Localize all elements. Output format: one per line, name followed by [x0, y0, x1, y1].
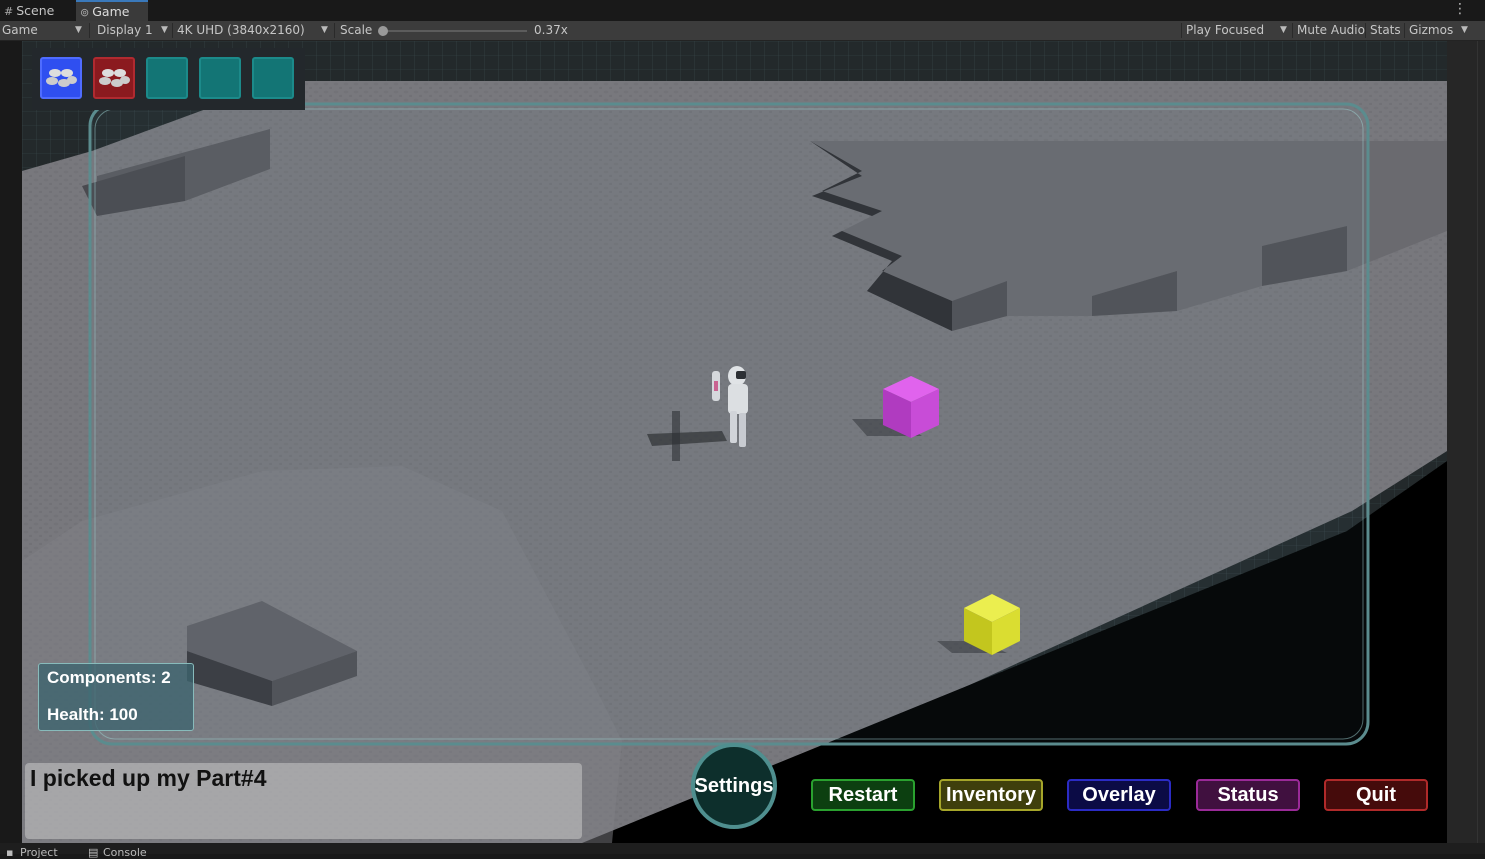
more-options-icon[interactable]: ⋮ — [1453, 2, 1467, 16]
bottom-tab-bar: ▪ Project ▤ Console — [0, 843, 1485, 859]
parts-icon — [46, 69, 77, 87]
scale-slider-track[interactable] — [381, 30, 527, 32]
chevron-down-icon: ▼ — [1280, 25, 1287, 35]
status-button[interactable]: Status — [1196, 779, 1300, 811]
display-dropdown-label: Display 1 — [97, 23, 153, 37]
tab-game-label: Game — [92, 4, 130, 19]
divider — [1292, 23, 1293, 38]
editor-tab-bar: # Scene ⊚ Game ⋮ — [0, 0, 1485, 22]
grid-icon: # — [4, 5, 14, 18]
resolution-dropdown[interactable]: 4K UHD (3840x2160) — [177, 21, 305, 40]
settings-button[interactable]: Settings — [691, 743, 777, 829]
divider — [1365, 23, 1366, 38]
restart-button[interactable]: Restart — [811, 779, 915, 811]
play-focused-dropdown[interactable]: Play Focused — [1186, 21, 1264, 40]
inventory-bar — [32, 48, 305, 110]
gizmos-toggle[interactable]: Gizmos — [1409, 21, 1453, 40]
play-focused-label: Play Focused — [1186, 23, 1265, 37]
scale-value: 0.37x — [534, 23, 568, 37]
folder-icon: ▪ — [6, 846, 14, 859]
divider — [1181, 23, 1182, 38]
tab-project[interactable]: Project — [20, 846, 58, 859]
mode-dropdown-label: Game — [2, 23, 38, 37]
mode-dropdown[interactable]: Game — [2, 21, 38, 40]
divider — [334, 23, 335, 38]
health-value: Health: 100 — [47, 705, 138, 724]
inventory-slot-1[interactable] — [40, 57, 82, 99]
inventory-slot-4[interactable] — [199, 57, 241, 99]
quit-button[interactable]: Quit — [1324, 779, 1428, 811]
gamepad-icon: ⊚ — [80, 6, 90, 19]
chevron-down-icon: ▼ — [321, 25, 328, 35]
display-dropdown[interactable]: Display 1 — [97, 21, 153, 40]
console-icon: ▤ — [88, 846, 99, 859]
inventory-slot-2[interactable] — [93, 57, 135, 99]
message-text: I picked up my Part#4 — [30, 765, 267, 791]
chevron-down-icon[interactable]: ▼ — [1461, 21, 1468, 40]
game-viewport[interactable] — [22, 41, 1447, 843]
player-stats-panel: Components: 2 Health: 100 — [38, 663, 194, 731]
divider — [1404, 23, 1405, 38]
chevron-down-icon: ▼ — [161, 25, 168, 35]
side-panel-strip — [1447, 41, 1485, 843]
tab-scene-label: Scene — [16, 3, 55, 18]
inventory-slot-3[interactable] — [146, 57, 188, 99]
resolution-dropdown-label: 4K UHD (3840x2160) — [177, 23, 305, 37]
inventory-button[interactable]: Inventory — [939, 779, 1043, 811]
message-box: I picked up my Part#4 — [25, 763, 582, 839]
stats-toggle[interactable]: Stats — [1370, 21, 1401, 40]
parts-icon — [99, 69, 130, 87]
tab-scene[interactable]: # Scene — [0, 0, 74, 21]
inventory-slot-5[interactable] — [252, 57, 294, 99]
divider — [89, 23, 90, 38]
tab-console[interactable]: Console — [103, 846, 147, 859]
game-scene — [22, 41, 1447, 843]
divider — [1477, 41, 1478, 843]
chevron-down-icon: ▼ — [75, 25, 82, 35]
mute-audio-toggle[interactable]: Mute Audio — [1297, 21, 1365, 40]
play-area-frame — [88, 102, 1370, 746]
overlay-button[interactable]: Overlay — [1067, 779, 1171, 811]
tab-game[interactable]: ⊚ Game — [76, 0, 148, 21]
scale-label: Scale — [340, 23, 373, 37]
components-count: Components: 2 — [47, 668, 171, 687]
game-view-toolbar: Game ▼ Display 1 ▼ 4K UHD (3840x2160) ▼ … — [0, 21, 1485, 41]
scale-slider-handle[interactable] — [378, 26, 388, 36]
divider — [172, 23, 173, 38]
